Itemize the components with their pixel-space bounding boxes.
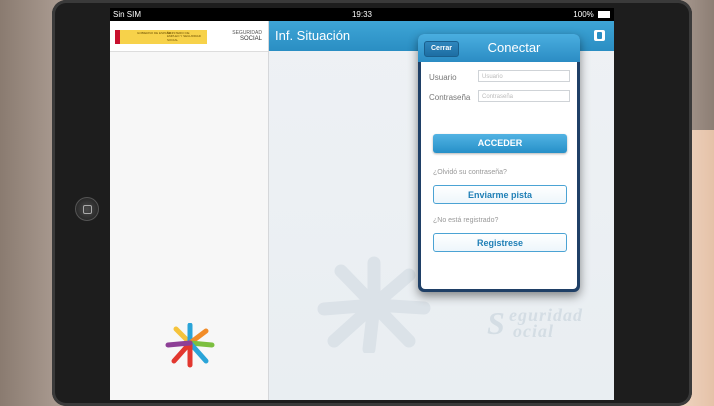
battery-label: 100% xyxy=(573,10,594,19)
user-label: Usuario xyxy=(429,73,457,82)
send-hint-button[interactable]: Enviarme pista xyxy=(433,185,567,204)
register-button[interactable]: Registrese xyxy=(433,233,567,252)
battery-indicator: 100% xyxy=(573,8,610,21)
forgot-question: ¿Olvidó su contraseña? xyxy=(433,169,507,176)
login-form: Usuario Usuario Contraseña Contraseña AC… xyxy=(421,62,577,289)
user-field[interactable]: Usuario xyxy=(478,70,570,82)
login-popover: Cerrar Conectar Usuario Usuario Contrase… xyxy=(418,34,580,292)
brand-line2: SOCIAL xyxy=(239,36,262,42)
status-bar: Sin SIM 19:33 100% xyxy=(110,8,614,21)
register-question: ¿No está registrado? xyxy=(433,217,499,224)
popover-header: Cerrar Conectar xyxy=(418,34,580,62)
ss-star-logo-icon xyxy=(165,323,215,368)
seguridad-social-brand: SEGURIDAD SOCIAL xyxy=(232,30,262,42)
gov-text: GOBIERNO DE ESPAÑA xyxy=(137,31,171,35)
gov-header: GOBIERNO DE ESPAÑA MINISTERIO DE EMPLEO … xyxy=(110,21,268,52)
password-field[interactable]: Contraseña xyxy=(478,90,570,102)
home-square-icon xyxy=(83,205,92,214)
ministry-text: MINISTERIO DE EMPLEO Y SEGURIDAD SOCIAL xyxy=(167,31,201,42)
home-button[interactable] xyxy=(75,197,99,221)
gov-logo: GOBIERNO DE ESPAÑA MINISTERIO DE EMPLEO … xyxy=(115,30,207,44)
clock: 19:33 xyxy=(351,10,373,19)
watermark-initial: S xyxy=(487,305,506,341)
watermark-line2: ocial xyxy=(513,321,554,341)
master-pane: GOBIERNO DE ESPAÑA MINISTERIO DE EMPLEO … xyxy=(110,21,269,400)
page-title: Inf. Situación xyxy=(275,28,351,43)
user-icon[interactable] xyxy=(594,30,605,41)
popover-title: Conectar xyxy=(487,40,541,55)
login-button[interactable]: ACCEDER xyxy=(433,134,567,153)
battery-icon xyxy=(598,11,610,19)
spain-flag-icon xyxy=(115,30,120,44)
password-label: Contraseña xyxy=(429,93,471,102)
